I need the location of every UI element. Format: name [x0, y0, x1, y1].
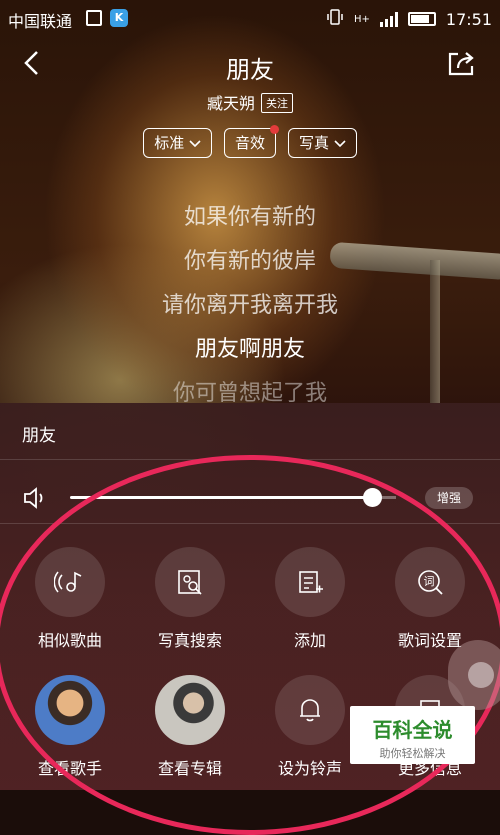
network-type: H+ [353, 13, 370, 25]
new-indicator-dot [270, 125, 279, 134]
panel-song-title: 朋友 [22, 426, 56, 446]
playback-options: 标准 音效 写真 [0, 125, 500, 158]
floating-assist-button[interactable] [448, 640, 500, 710]
battery-icon [407, 12, 436, 26]
clock: 17:51 [445, 9, 492, 29]
chevron-down-icon [189, 140, 201, 148]
quality-dropdown[interactable]: 标准 [143, 128, 212, 158]
signal-icon [379, 11, 398, 27]
lyrics-view[interactable]: 如果你有新的 你有新的彼岸 请你离开我离开我 朋友啊朋友 你可曾想起了我 [0, 196, 500, 416]
page-title: 朋友 [226, 56, 274, 84]
boost-button[interactable]: 增强 [425, 487, 473, 509]
sound-effect-label: 音效 [234, 134, 265, 152]
carrier-name: 中国联通 [8, 12, 73, 31]
lyric-line-current: 朋友啊朋友 [194, 337, 305, 362]
volume-icon[interactable] [22, 485, 48, 511]
sound-effect-button[interactable]: 音效 [223, 125, 279, 158]
share-icon[interactable] [446, 48, 476, 78]
lyric-line: 请你离开我离开我 [161, 293, 338, 318]
watermark-title: 百科全说 [372, 718, 453, 742]
artist-row: 臧天朔 关注 [0, 90, 500, 114]
gallery-notification-icon [86, 10, 102, 26]
highlight-circle-annotation [0, 455, 500, 835]
app-notification-icon: K [110, 9, 128, 27]
artist-name[interactable]: 臧天朔 [207, 94, 255, 113]
lyric-line: 你有新的彼岸 [183, 249, 316, 274]
watermark-subtitle: 助你轻松解决 [379, 747, 446, 760]
photo-mode-dropdown[interactable]: 写真 [288, 128, 357, 158]
vibrate-icon [326, 8, 344, 30]
watermark-logo: 百科全说 助你轻松解决 [350, 706, 475, 764]
follow-button[interactable]: 关注 [261, 93, 293, 113]
chevron-down-icon [334, 140, 346, 148]
lyric-line: 如果你有新的 [183, 205, 316, 230]
status-bar: 中国联通 K H+ 17:51 [0, 0, 500, 36]
quality-label: 标准 [154, 134, 185, 152]
photo-mode-label: 写真 [299, 134, 330, 152]
